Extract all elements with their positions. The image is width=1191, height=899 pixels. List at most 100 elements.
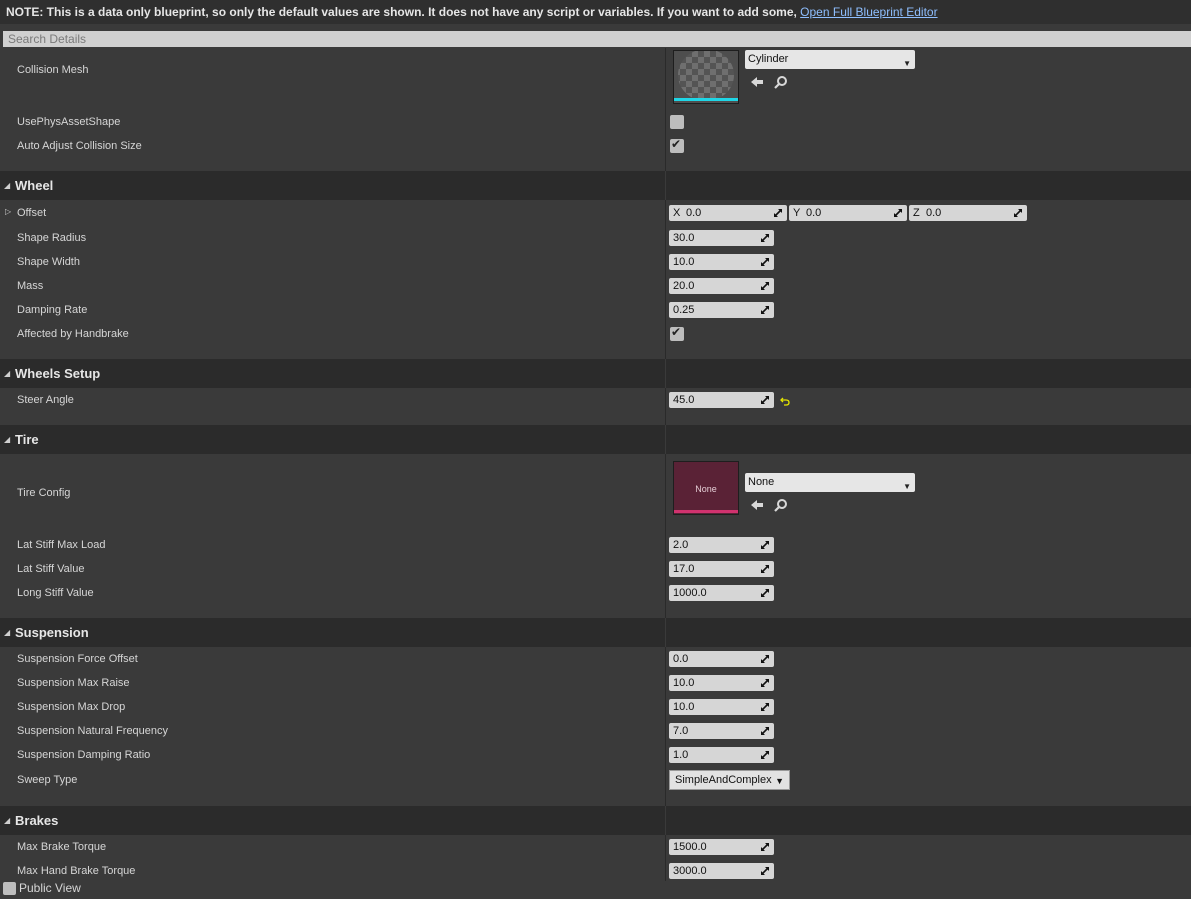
steer-angle-field[interactable]: 45.0: [669, 392, 774, 408]
spin-drag-icon[interactable]: [773, 208, 783, 218]
checkmark-icon: ✔: [671, 137, 682, 151]
suspension-natural-frequency-field[interactable]: 7.0: [669, 723, 774, 739]
shape-radius-field[interactable]: 30.0: [669, 230, 774, 246]
max-brake-torque-value: 1500.0: [673, 841, 707, 853]
auto-adjust-collision-size-checkbox[interactable]: ✔: [670, 137, 684, 153]
spin-drag-icon[interactable]: [760, 540, 770, 550]
shape-width-field[interactable]: 10.0: [669, 254, 774, 270]
spin-drag-icon[interactable]: [760, 305, 770, 315]
offset-z-value: 0.0: [926, 207, 942, 219]
lat-stiff-max-load-value: 2.0: [673, 539, 689, 551]
open-full-blueprint-editor-link[interactable]: Open Full Blueprint Editor: [800, 5, 937, 19]
collapse-triangle-icon: ◢: [4, 628, 11, 637]
shape-width-label: Shape Width: [17, 256, 80, 268]
axis-y-label: Y: [793, 207, 801, 219]
spin-drag-icon[interactable]: [1013, 208, 1023, 218]
category-tire[interactable]: ◢ Tire: [0, 425, 1191, 454]
collision-mesh-value: Cylinder: [748, 53, 789, 65]
affected-by-handbrake-checkbox[interactable]: ✔: [670, 325, 684, 341]
spin-drag-icon[interactable]: [760, 588, 770, 598]
use-selected-arrow-icon[interactable]: [749, 497, 765, 513]
lat-stiff-value-label: Lat Stiff Value: [17, 563, 85, 575]
sweep-type-dropdown[interactable]: SimpleAndComplex ▼: [669, 770, 790, 790]
offset-label: Offset: [17, 207, 47, 219]
spin-drag-icon[interactable]: [760, 702, 770, 712]
suspension-force-offset-value: 0.0: [673, 653, 689, 665]
suspension-max-drop-value: 10.0: [673, 701, 695, 713]
category-title: Wheel: [15, 178, 54, 193]
tire-thumbnail-text: None: [695, 484, 717, 494]
max-hand-brake-torque-value: 3000.0: [673, 865, 707, 877]
collapse-triangle-icon: ◢: [4, 181, 11, 190]
expand-triangle-icon[interactable]: ▷: [5, 207, 11, 216]
column-divider: [665, 388, 666, 425]
reset-to-default-icon[interactable]: [780, 396, 790, 406]
spin-drag-icon[interactable]: [760, 654, 770, 664]
spin-drag-icon[interactable]: [760, 257, 770, 267]
damping-rate-field[interactable]: 0.25: [669, 302, 774, 318]
spin-drag-icon[interactable]: [760, 395, 770, 405]
spin-drag-icon[interactable]: [760, 842, 770, 852]
column-divider: [665, 359, 666, 388]
long-stiff-value-field[interactable]: 1000.0: [669, 585, 774, 601]
suspension-max-drop-label: Suspension Max Drop: [17, 701, 126, 713]
collision-mesh-thumbnail[interactable]: [673, 50, 739, 104]
category-wheels-setup[interactable]: ◢ Wheels Setup: [0, 359, 1191, 388]
offset-z-field[interactable]: Z 0.0: [909, 205, 1027, 221]
max-brake-torque-field[interactable]: 1500.0: [669, 839, 774, 855]
spin-drag-icon[interactable]: [760, 233, 770, 243]
cylinder-mesh-icon: [674, 51, 738, 103]
spin-drag-icon[interactable]: [760, 866, 770, 876]
checkmark-icon: ✔: [671, 325, 682, 339]
collapse-triangle-icon: ◢: [4, 435, 11, 444]
tire-config-thumbnail[interactable]: None: [673, 461, 739, 515]
category-brakes[interactable]: ◢ Brakes: [0, 806, 1191, 835]
category-wheel[interactable]: ◢ Wheel: [0, 171, 1191, 200]
browse-search-icon[interactable]: [773, 497, 789, 513]
spin-drag-icon[interactable]: [760, 281, 770, 291]
use-phys-asset-shape-label: UsePhysAssetShape: [17, 116, 121, 128]
public-view-checkbox[interactable]: [3, 882, 16, 895]
spin-drag-icon[interactable]: [760, 750, 770, 760]
spin-drag-icon[interactable]: [893, 208, 903, 218]
column-divider: [665, 200, 666, 359]
suspension-natural-frequency-label: Suspension Natural Frequency: [17, 725, 169, 737]
search-details-input[interactable]: [3, 31, 1191, 47]
lat-stiff-max-load-field[interactable]: 2.0: [669, 537, 774, 553]
mass-field[interactable]: 20.0: [669, 278, 774, 294]
category-title: Tire: [15, 432, 39, 447]
use-selected-arrow-icon[interactable]: [749, 74, 765, 90]
chevron-down-icon: ▼: [775, 776, 784, 786]
lat-stiff-value-field[interactable]: 17.0: [669, 561, 774, 577]
spin-drag-icon[interactable]: [760, 678, 770, 688]
sweep-type-label: Sweep Type: [17, 774, 78, 786]
public-view-label: Public View: [19, 881, 81, 895]
suspension-damping-ratio-field[interactable]: 1.0: [669, 747, 774, 763]
max-hand-brake-torque-field[interactable]: 3000.0: [669, 863, 774, 879]
column-divider: [665, 454, 666, 618]
column-divider: [665, 425, 666, 454]
offset-y-field[interactable]: Y 0.0: [789, 205, 907, 221]
suspension-force-offset-field[interactable]: 0.0: [669, 651, 774, 667]
spin-drag-icon[interactable]: [760, 564, 770, 574]
browse-search-icon[interactable]: [773, 74, 789, 90]
tire-config-dropdown[interactable]: None ▼: [745, 473, 915, 492]
tire-config-label: Tire Config: [17, 487, 71, 499]
category-suspension[interactable]: ◢ Suspension: [0, 618, 1191, 647]
offset-x-field[interactable]: X 0.0: [669, 205, 787, 221]
chevron-down-icon: ▼: [903, 482, 911, 491]
use-phys-asset-shape-checkbox[interactable]: [670, 115, 684, 129]
chevron-down-icon: ▼: [903, 59, 911, 68]
mass-value: 20.0: [673, 280, 695, 292]
category-title: Brakes: [15, 813, 59, 828]
suspension-max-drop-field[interactable]: 10.0: [669, 699, 774, 715]
collision-mesh-dropdown[interactable]: Cylinder ▼: [745, 50, 915, 69]
suspension-max-raise-field[interactable]: 10.0: [669, 675, 774, 691]
spin-drag-icon[interactable]: [760, 726, 770, 736]
shape-radius-value: 30.0: [673, 232, 695, 244]
auto-adjust-collision-size-label: Auto Adjust Collision Size: [17, 140, 142, 152]
asset-type-color-bar: [674, 510, 738, 513]
long-stiff-value-label: Long Stiff Value: [17, 587, 94, 599]
max-brake-torque-label: Max Brake Torque: [17, 841, 107, 853]
collision-mesh-label: Collision Mesh: [17, 64, 89, 76]
